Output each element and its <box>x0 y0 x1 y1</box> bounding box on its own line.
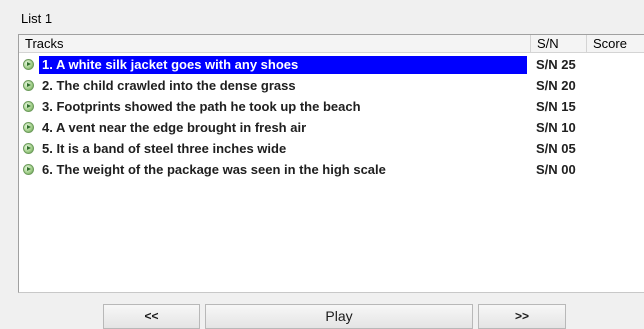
column-header-score[interactable]: Score <box>587 35 644 52</box>
track-title: 5. It is a band of steel three inches wi… <box>42 141 287 156</box>
list-group-title: List 1 <box>21 11 53 26</box>
play-circle-icon[interactable] <box>23 122 34 133</box>
play-button[interactable]: Play <box>205 304 473 329</box>
column-header-sn[interactable]: S/N <box>531 35 587 52</box>
track-row[interactable]: 4. A vent near the edge brought in fresh… <box>19 118 644 139</box>
next-button[interactable]: >> <box>478 304 566 329</box>
track-row[interactable]: 5. It is a band of steel three inches wi… <box>19 139 644 160</box>
track-title: 6. The weight of the package was seen in… <box>42 162 386 177</box>
play-circle-icon[interactable] <box>23 164 34 175</box>
list-header: Tracks S/N Score <box>19 35 644 53</box>
track-row[interactable]: 3. Footprints showed the path he took up… <box>19 97 644 118</box>
playback-controls: << Play >> <box>0 304 644 329</box>
track-title: 3. Footprints showed the path he took up… <box>42 99 361 114</box>
track-sn: S/N 15 <box>536 99 576 114</box>
play-circle-icon[interactable] <box>23 59 34 70</box>
track-row[interactable]: 2. The child crawled into the dense gras… <box>19 76 644 97</box>
play-circle-icon[interactable] <box>23 80 34 91</box>
track-rows: 1. A white silk jacket goes with any sho… <box>19 55 644 181</box>
play-circle-icon[interactable] <box>23 101 34 112</box>
track-title: 4. A vent near the edge brought in fresh… <box>42 120 307 135</box>
track-sn: S/N 00 <box>536 162 576 177</box>
track-title: 1. A white silk jacket goes with any sho… <box>39 56 527 74</box>
track-sn: S/N 05 <box>536 141 576 156</box>
track-title: 2. The child crawled into the dense gras… <box>42 78 296 93</box>
track-row[interactable]: 6. The weight of the package was seen in… <box>19 160 644 181</box>
tracks-listbox[interactable]: Tracks S/N Score 1. A white silk jacket … <box>18 34 644 293</box>
play-circle-icon[interactable] <box>23 143 34 154</box>
track-sn: S/N 10 <box>536 120 576 135</box>
track-sn: S/N 25 <box>536 57 576 72</box>
column-header-tracks[interactable]: Tracks <box>19 35 531 52</box>
track-row[interactable]: 1. A white silk jacket goes with any sho… <box>19 55 644 76</box>
track-sn: S/N 20 <box>536 78 576 93</box>
previous-button[interactable]: << <box>103 304 200 329</box>
